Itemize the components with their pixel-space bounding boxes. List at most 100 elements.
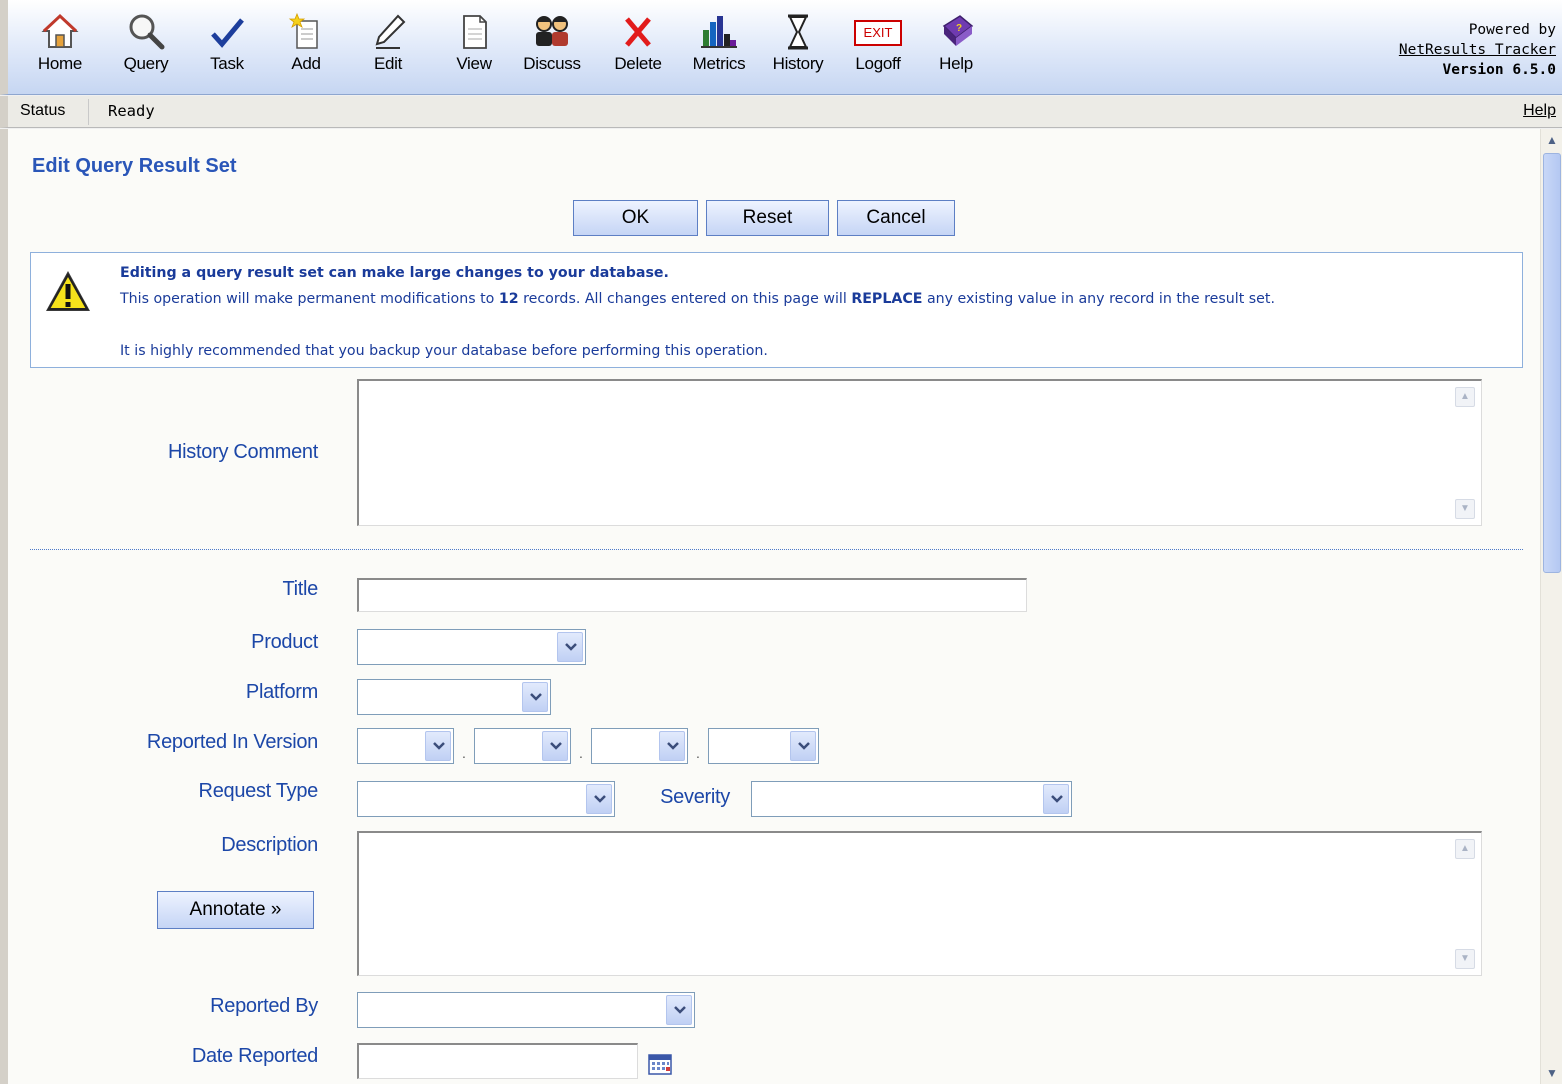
view-button[interactable]: View — [440, 12, 508, 92]
version-separator: . — [696, 745, 700, 761]
severity-label: Severity — [660, 786, 730, 808]
help-book-icon: ? — [942, 15, 974, 46]
reset-button[interactable]: Reset — [706, 200, 829, 236]
powered-by-block: Powered by NetResults Tracker Version 6.… — [1399, 20, 1556, 80]
warning-recommendation: It is highly recommended that you backup… — [120, 343, 768, 359]
product-select[interactable] — [357, 629, 586, 665]
warning-body-suffix: any existing value in any record in the … — [922, 291, 1275, 307]
scrollbar-thumb[interactable] — [1543, 153, 1561, 573]
reported-by-label: Reported By — [210, 995, 318, 1017]
severity-select[interactable] — [751, 781, 1072, 817]
annotate-button[interactable]: Annotate » — [157, 891, 314, 929]
history-label: History — [772, 54, 824, 73]
warning-panel: Editing a query result set can make larg… — [30, 252, 1523, 368]
history-comment-textarea[interactable]: ▲ ▼ — [357, 379, 1482, 526]
help-link[interactable]: Help — [1523, 102, 1556, 120]
scroll-down-icon[interactable]: ▼ — [1455, 949, 1475, 969]
chevron-down-icon — [667, 742, 679, 750]
main-toolbar: Home Query Task Add Edit View Discuss De… — [0, 0, 1562, 95]
help-button[interactable]: ? Help — [922, 12, 990, 92]
netresults-link[interactable]: NetResults Tracker — [1399, 40, 1556, 60]
cancel-button[interactable]: Cancel — [837, 200, 955, 236]
dropdown-arrow[interactable] — [425, 731, 451, 761]
red-x-icon — [625, 17, 651, 47]
status-text: Ready — [108, 102, 155, 120]
discuss-button[interactable]: Discuss — [518, 12, 586, 92]
scroll-up-icon[interactable]: ▲ — [1455, 839, 1475, 859]
scroll-up-icon[interactable]: ▲ — [1543, 131, 1561, 149]
chevron-down-icon — [550, 742, 562, 750]
request-type-select[interactable] — [357, 781, 615, 817]
task-label: Task — [210, 54, 244, 73]
home-button[interactable]: Home — [26, 12, 94, 92]
logoff-label: Logoff — [855, 54, 901, 73]
platform-select[interactable] — [357, 679, 551, 715]
home-icon — [41, 13, 79, 48]
delete-button[interactable]: Delete — [604, 12, 672, 92]
add-document-icon — [288, 12, 318, 49]
platform-label: Platform — [245, 681, 318, 703]
warning-body-middle: records. All changes entered on this pag… — [518, 291, 852, 307]
exit-sign-icon: EXIT — [854, 20, 902, 46]
description-label: Description — [221, 834, 318, 856]
date-reported-label: Date Reported — [191, 1045, 318, 1067]
warning-replace-word: REPLACE — [851, 291, 923, 307]
scroll-down-icon[interactable]: ▼ — [1543, 1064, 1561, 1082]
reported-by-select[interactable] — [357, 992, 695, 1028]
home-label: Home — [37, 54, 83, 73]
version-separator: . — [462, 745, 466, 761]
logoff-button[interactable]: EXIT Logoff — [844, 12, 912, 92]
chevron-down-icon — [433, 742, 445, 750]
title-label: Title — [282, 578, 318, 600]
dropdown-arrow[interactable] — [659, 731, 685, 761]
calendar-icon[interactable] — [648, 1053, 672, 1075]
ok-button[interactable]: OK — [573, 200, 698, 236]
description-textarea[interactable]: ▲ ▼ — [357, 831, 1482, 976]
bar-chart-icon — [701, 16, 737, 48]
status-divider — [88, 99, 89, 125]
title-input[interactable] — [357, 578, 1027, 612]
add-button[interactable]: Add — [272, 12, 340, 92]
dropdown-arrow[interactable] — [666, 995, 692, 1025]
metrics-label: Metrics — [692, 54, 746, 73]
metrics-button[interactable]: Metrics — [685, 12, 753, 92]
magnifier-icon — [129, 14, 165, 50]
version-minor-select[interactable] — [474, 728, 571, 764]
history-button[interactable]: History — [764, 12, 832, 92]
query-button[interactable]: Query — [112, 12, 180, 92]
pencil-icon — [375, 14, 406, 49]
hourglass-icon — [788, 14, 808, 50]
dropdown-arrow[interactable] — [542, 731, 568, 761]
dropdown-arrow[interactable] — [790, 731, 816, 761]
chevron-down-icon — [530, 693, 542, 701]
chevron-down-icon — [1051, 795, 1063, 803]
version-major-select[interactable] — [357, 728, 454, 764]
edit-button[interactable]: Edit — [354, 12, 422, 92]
help-label: Help — [939, 54, 973, 73]
discuss-label: Discuss — [523, 54, 581, 73]
status-label: Status — [20, 102, 66, 119]
chevron-down-icon — [798, 742, 810, 750]
edit-label: Edit — [373, 54, 403, 73]
history-comment-label: History Comment — [168, 441, 318, 463]
dropdown-arrow[interactable] — [1043, 784, 1069, 814]
request-type-label: Request Type — [198, 780, 319, 802]
task-button[interactable]: Task — [193, 12, 261, 92]
version-build-select[interactable] — [591, 728, 688, 764]
dropdown-arrow[interactable] — [586, 784, 612, 814]
query-label: Query — [123, 54, 169, 73]
scroll-up-icon[interactable]: ▲ — [1455, 387, 1475, 407]
dropdown-arrow[interactable] — [557, 632, 583, 662]
dropdown-arrow[interactable] — [522, 682, 548, 712]
status-bar: Status Ready Help — [0, 96, 1562, 128]
add-label: Add — [291, 54, 321, 73]
warning-body: This operation will make permanent modif… — [120, 290, 1520, 308]
version-patch-select[interactable] — [708, 728, 819, 764]
main-content: Edit Query Result Set OK Reset Cancel Ed… — [0, 129, 1540, 1084]
page-scrollbar[interactable]: ▲ ▼ — [1540, 129, 1562, 1084]
view-label: View — [456, 54, 492, 73]
warning-heading: Editing a query result set can make larg… — [120, 265, 669, 281]
date-reported-input[interactable] — [357, 1043, 638, 1079]
scroll-down-icon[interactable]: ▼ — [1455, 499, 1475, 519]
people-icon — [536, 16, 568, 46]
